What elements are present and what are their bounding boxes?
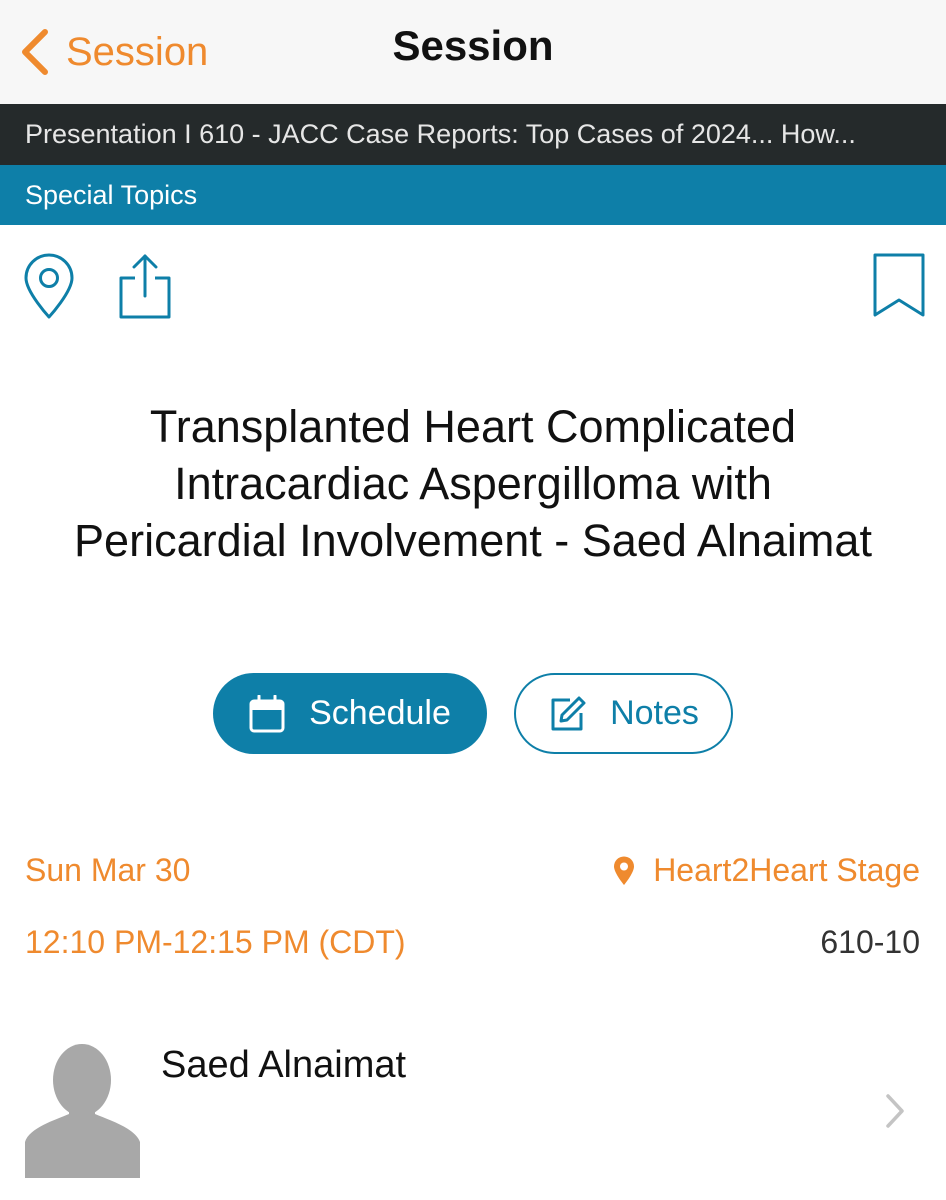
breadcrumb[interactable]: Presentation I 610 - JACC Case Reports: … <box>0 104 946 165</box>
map-pin-icon[interactable] <box>22 252 76 320</box>
title-line-2: Intracardiac Aspergilloma with <box>174 458 772 509</box>
topic-label: Special Topics <box>25 180 198 210</box>
session-time: 12:10 PM-12:15 PM (CDT) <box>25 924 406 960</box>
schedule-button-label: Schedule <box>309 694 451 732</box>
edit-note-icon <box>548 695 586 733</box>
share-icon[interactable] <box>118 252 172 320</box>
presentation-title: Transplanted Heart Complicated Intracard… <box>40 398 906 569</box>
speaker-name: Saed Alnaimat <box>161 1044 407 1086</box>
bookmark-icon[interactable] <box>872 252 926 320</box>
session-location[interactable]: Heart2Heart Stage <box>613 852 920 889</box>
notes-button-label: Notes <box>610 694 699 732</box>
session-code: 610-10 <box>820 924 920 960</box>
breadcrumb-text: Presentation I 610 - JACC Case Reports: … <box>25 119 856 149</box>
navigation-bar: Session Session <box>0 0 946 104</box>
speaker-row[interactable]: Saed Alnaimat <box>0 1020 946 1200</box>
location-label: Heart2Heart Stage <box>653 852 920 888</box>
schedule-button[interactable]: Schedule <box>213 673 487 754</box>
title-line-1: Transplanted Heart Complicated <box>149 401 797 452</box>
calendar-icon <box>249 694 285 733</box>
page-title: Session <box>392 22 554 69</box>
title-line-3: Pericardial Involvement - Saed Alnaimat <box>74 515 872 566</box>
topic-bar[interactable]: Special Topics <box>0 165 946 225</box>
location-pin-icon <box>613 856 635 886</box>
chevron-right-icon <box>884 1093 906 1129</box>
avatar <box>25 1042 140 1178</box>
session-date: Sun Mar 30 <box>25 852 191 888</box>
notes-button[interactable]: Notes <box>514 673 733 754</box>
